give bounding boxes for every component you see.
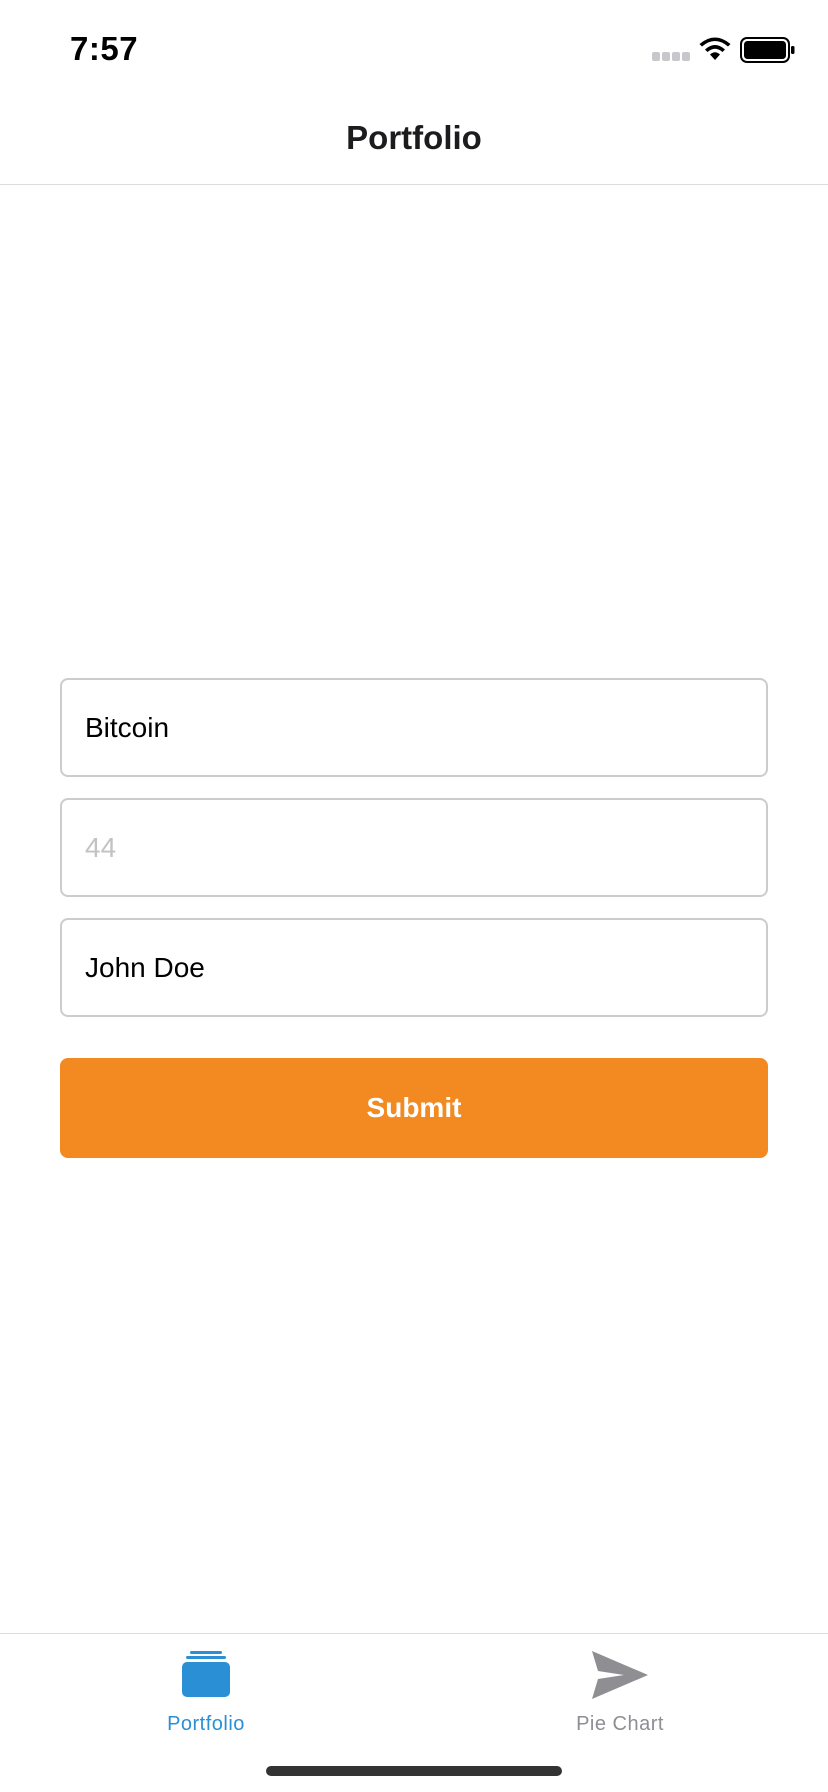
tab-pie-chart[interactable]: Pie Chart [490, 1634, 750, 1744]
coin-field[interactable] [60, 678, 768, 777]
send-arrow-icon [592, 1651, 648, 1699]
coin-input[interactable] [79, 711, 766, 744]
home-indicator [266, 1766, 562, 1776]
owner-input[interactable] [79, 951, 766, 984]
amount-input[interactable] [79, 831, 766, 864]
submit-button[interactable]: Submit [60, 1058, 768, 1158]
tab-pie-chart-label: Pie Chart [576, 1713, 664, 1735]
battery-icon [740, 37, 795, 63]
app-screen: 7:57 Portfolio Submit [0, 0, 828, 1792]
amount-field[interactable] [60, 798, 768, 897]
owner-field[interactable] [60, 918, 768, 1017]
tab-portfolio[interactable]: Portfolio [76, 1634, 336, 1744]
status-bar: 7:57 [0, 0, 828, 95]
status-time: 7:57 [70, 30, 139, 67]
tab-portfolio-label: Portfolio [167, 1713, 245, 1735]
stack-icon [182, 1651, 230, 1697]
wifi-icon [699, 37, 731, 60]
page-title: Portfolio [346, 119, 482, 156]
navigation-bar: Portfolio [0, 95, 828, 185]
cellular-signal-icon [652, 52, 692, 62]
